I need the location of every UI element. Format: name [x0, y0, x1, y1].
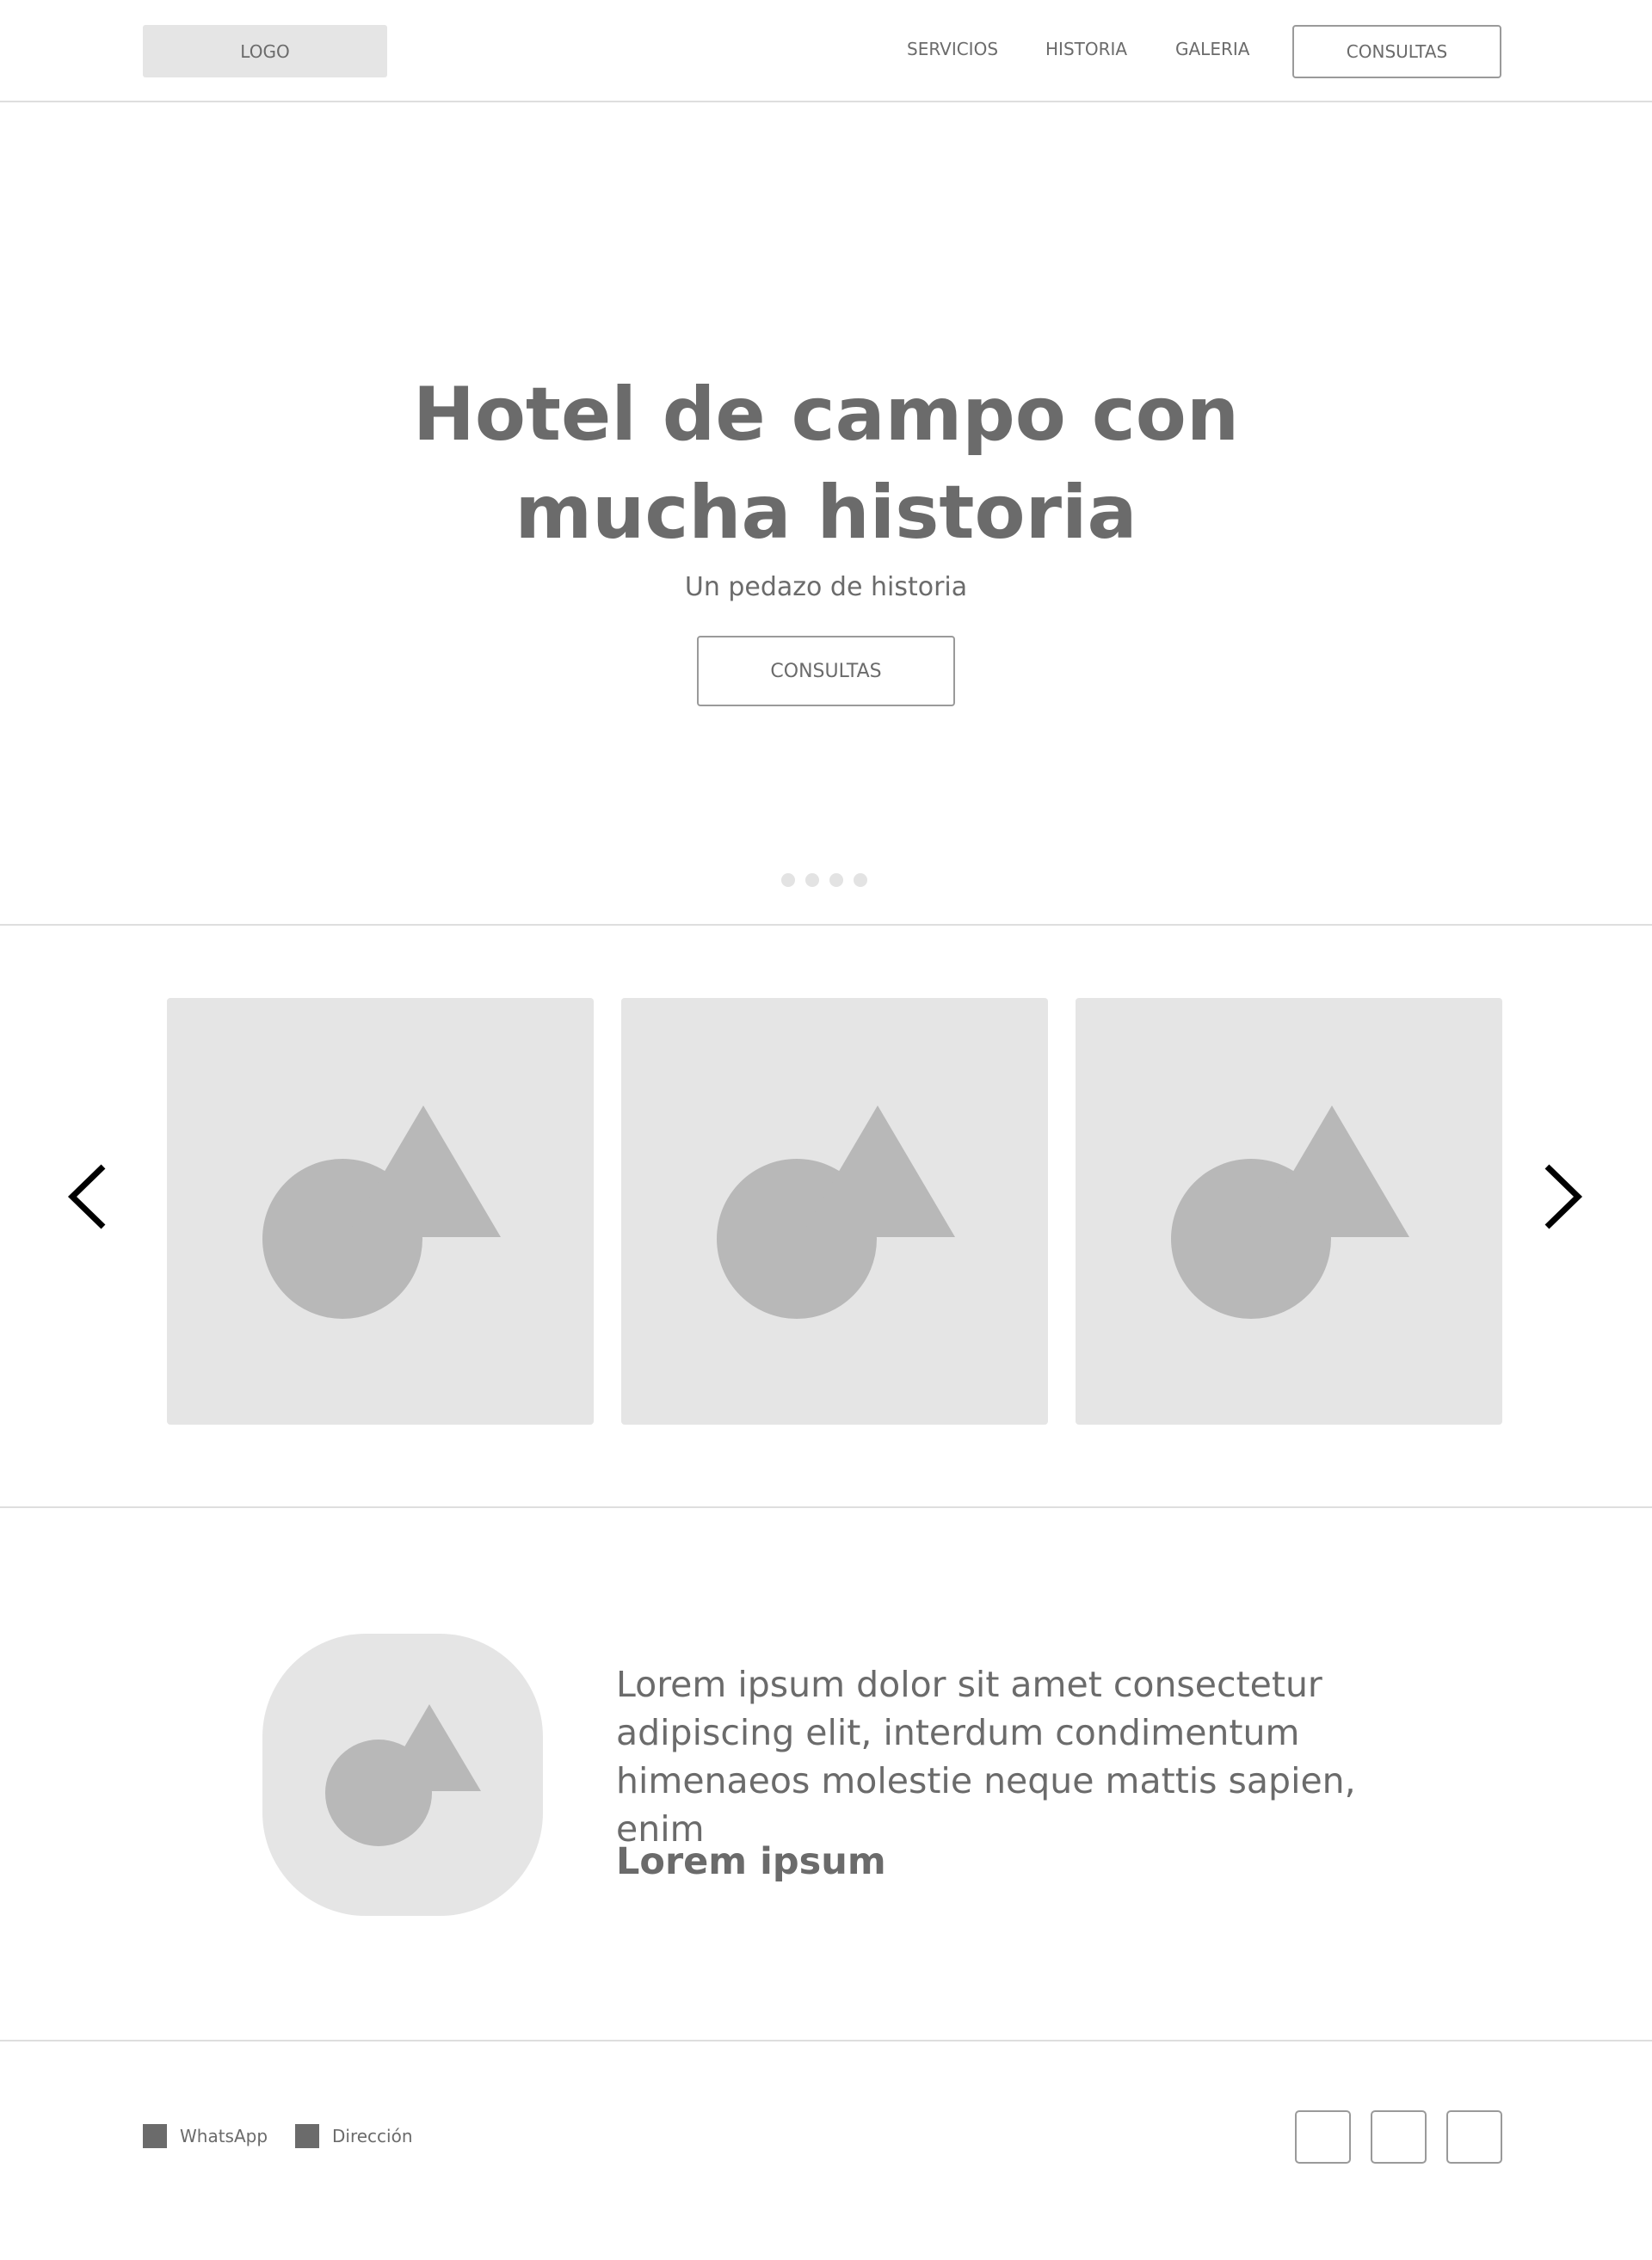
site-header: LOGO SERVICIOS HISTORIA GALERIA CONSULTA… [0, 0, 1652, 102]
nav-link-galeria[interactable]: GALERIA [1175, 39, 1249, 59]
logo[interactable]: LOGO [143, 25, 387, 77]
location-icon [295, 2124, 319, 2148]
address-link[interactable]: Dirección [295, 2124, 413, 2148]
address-label: Dirección [332, 2126, 413, 2146]
slider-dot[interactable] [781, 873, 795, 887]
slider-dot[interactable] [805, 873, 819, 887]
hero-consultas-button[interactable]: CONSULTAS [697, 636, 955, 706]
image-placeholder-icon [1171, 1105, 1409, 1319]
chevron-left-icon[interactable] [59, 1149, 119, 1244]
hero-title: Hotel de campo con mucha historia [310, 366, 1342, 562]
gallery-card[interactable] [167, 998, 594, 1425]
testimonial-quote: Lorem ipsum dolor sit amet consectetur a… [616, 1664, 1356, 1850]
site-footer: WhatsApp Dirección [0, 2041, 1652, 2260]
slider-dot[interactable] [854, 873, 867, 887]
slider-pagination [781, 873, 867, 887]
whatsapp-link[interactable]: WhatsApp [143, 2124, 268, 2148]
hero-title-line-2: mucha historia [515, 470, 1137, 556]
image-placeholder-icon [262, 1105, 501, 1319]
testimonial-section: Lorem ipsum dolor sit amet consectetur a… [0, 1508, 1652, 2041]
gallery-card[interactable] [1076, 998, 1502, 1425]
gallery-card[interactable] [621, 998, 1048, 1425]
hero-subtitle: Un pedazo de historia [684, 572, 968, 602]
slider-dot[interactable] [829, 873, 843, 887]
whatsapp-icon [143, 2124, 167, 2148]
image-placeholder-icon [325, 1704, 481, 1846]
social-link[interactable] [1446, 2110, 1502, 2164]
whatsapp-label: WhatsApp [180, 2126, 268, 2146]
nav-link-servicios[interactable]: SERVICIOS [907, 39, 998, 59]
social-link[interactable] [1371, 2110, 1427, 2164]
nav-link-historia[interactable]: HISTORIA [1045, 39, 1127, 59]
hero-section: Hotel de campo con mucha historia Un ped… [0, 102, 1652, 926]
header-consultas-button[interactable]: CONSULTAS [1292, 25, 1501, 78]
testimonial-author: Lorem ipsum [616, 1840, 886, 1883]
image-placeholder-icon [717, 1105, 955, 1319]
chevron-right-icon[interactable] [1532, 1149, 1592, 1244]
avatar [262, 1634, 543, 1916]
hero-title-line-1: Hotel de campo con [412, 372, 1240, 458]
social-link[interactable] [1295, 2110, 1351, 2164]
gallery-section [0, 926, 1652, 1508]
